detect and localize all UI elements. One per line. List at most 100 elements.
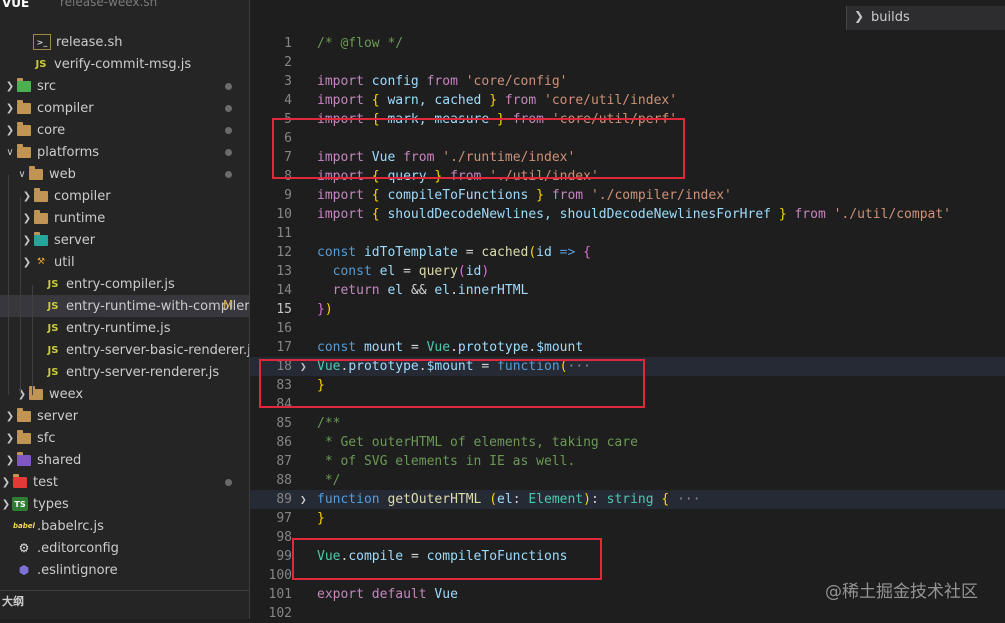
breadcrumb[interactable]: ❯ builds	[846, 6, 1005, 30]
code-line[interactable]: 97}	[250, 509, 1005, 528]
sidebar-item-eslintignore[interactable]: ⬢ .eslintignore	[0, 559, 249, 581]
sidebar-item-compiler[interactable]: ❯ compiler	[0, 185, 249, 207]
code-token: default	[371, 587, 427, 602]
code-line[interactable]: 85 /**	[250, 414, 1005, 433]
sidebar-item-core[interactable]: ❯ core	[0, 119, 249, 141]
code-line[interactable]: 98	[250, 528, 1005, 547]
code-line[interactable]: 89 ❯ function getOuterHTML (el: Element): …	[250, 490, 1005, 509]
code-line[interactable]: 17 const mount = Vue.prototype.$mount	[250, 338, 1005, 357]
code-token: =	[403, 264, 411, 279]
code-token: Vue	[371, 150, 396, 165]
code-line[interactable]: 84	[250, 395, 1005, 414]
code-line[interactable]: 9 import { compileToFunctions } from './c…	[250, 186, 1005, 205]
tree-item-label: server	[37, 408, 79, 424]
chevron-right-icon[interactable]: ❯	[0, 477, 12, 488]
code-text: const el = query(id)	[317, 262, 490, 281]
code-line[interactable]: 8 import { query } from './util/index'	[250, 167, 1005, 186]
chevron-right-icon[interactable]: ❯	[21, 257, 33, 268]
sidebar-item-entry-server-renderer-js[interactable]: JS entry-server-renderer.js	[0, 361, 249, 383]
code-token: 'core/util/index'	[544, 93, 678, 108]
fold-chevron-icon[interactable]: ❯	[300, 490, 307, 509]
code-line[interactable]: 87 * of SVG elements in IE as well.	[250, 452, 1005, 471]
outline-panel-header[interactable]: 大纲	[0, 590, 249, 619]
code-line[interactable]: 1 /* @flow */	[250, 34, 1005, 53]
code-line[interactable]: 99 Vue.compile = compileToFunctions	[250, 547, 1005, 566]
code-line[interactable]: 83}	[250, 376, 1005, 395]
sidebar-item-test[interactable]: ❯ test	[0, 471, 249, 493]
code-line[interactable]: 4 import { warn, cached } from 'core/util…	[250, 91, 1005, 110]
util-folder-icon: ⚒	[36, 257, 46, 267]
chevron-right-icon[interactable]: ❯	[4, 103, 16, 114]
code-line[interactable]: 11	[250, 224, 1005, 243]
code-line[interactable]: 3 import config from 'core/config'	[250, 72, 1005, 91]
sidebar-item-web[interactable]: ∨ web	[0, 163, 249, 185]
indent-guide	[32, 285, 33, 395]
sidebar-item-compiler[interactable]: ❯ compiler	[0, 97, 249, 119]
chevron-right-icon[interactable]: ❯	[21, 235, 33, 246]
code-line[interactable]: 13 const el = query(id)	[250, 262, 1005, 281]
code-token: =	[465, 245, 474, 260]
code-line[interactable]: 5 import { mark, measure } from 'core/uti…	[250, 110, 1005, 129]
chevron-right-icon[interactable]: ❯	[16, 389, 28, 400]
code-token: {	[661, 492, 670, 507]
code-line[interactable]: 14 return el && el.innerHTML	[250, 281, 1005, 300]
sidebar-item-entry-compiler-js[interactable]: JS entry-compiler.js	[0, 273, 249, 295]
code-token: from	[450, 169, 482, 184]
chevron-right-icon[interactable]: ❯	[21, 191, 33, 202]
chevron-right-icon[interactable]: ❯	[21, 213, 33, 224]
sidebar-item-verify-commit-msg-js[interactable]: JS verify-commit-msg.js	[0, 53, 249, 75]
code-line[interactable]: 6	[250, 129, 1005, 148]
sidebar-item-shared[interactable]: ❯ shared	[0, 449, 249, 471]
sidebar-item-entry-runtime-with-compiler-js[interactable]: JS entry-runtime-with-compiler.js M	[0, 295, 249, 317]
code-line[interactable]: 7 import Vue from './runtime/index'	[250, 148, 1005, 167]
tree-item-label: types	[33, 496, 69, 512]
eslint-icon: ⬢	[18, 563, 30, 577]
chevron-down-icon[interactable]: ∨	[16, 169, 28, 180]
sidebar-item-util[interactable]: ❯ ⚒ util	[0, 251, 249, 273]
code-line[interactable]: 2	[250, 53, 1005, 72]
sidebar-item-server[interactable]: ❯ server	[0, 405, 249, 427]
code-token: const	[317, 245, 357, 260]
chevron-right-icon[interactable]: ❯	[4, 125, 16, 136]
sidebar-item-sfc[interactable]: ❯ sfc	[0, 427, 249, 449]
sidebar-item-server[interactable]: ❯ server	[0, 229, 249, 251]
sidebar-item-entry-runtime-js[interactable]: JS entry-runtime.js	[0, 317, 249, 339]
sidebar-item-src[interactable]: ❯ src	[0, 75, 249, 97]
code-line[interactable]: 10 import { shouldDecodeNewlines, shouldD…	[250, 205, 1005, 224]
code-token: Element	[528, 492, 584, 507]
sidebar-item-types[interactable]: ❯ TS types	[0, 493, 249, 515]
editorconfig-icon: ⚙	[18, 541, 30, 555]
code-line[interactable]: 12 const idToTemplate = cached(id => {	[250, 243, 1005, 262]
chevron-right-icon[interactable]: ❯	[4, 81, 16, 92]
fold-chevron-icon[interactable]: ❯	[300, 357, 307, 376]
sidebar-item-weex[interactable]: ❯ weex	[0, 383, 249, 405]
code-token: {	[371, 188, 380, 203]
code-line[interactable]: 102	[250, 604, 1005, 623]
chevron-right-icon[interactable]: ❯	[4, 455, 16, 466]
modified-dot	[225, 149, 232, 156]
line-number: 98	[276, 530, 292, 545]
sidebar-item-release-sh[interactable]: >_ release.sh	[0, 31, 249, 53]
code-editor[interactable]: 1 /* @flow */ 2 3 import config from 'core/c…	[250, 0, 1005, 621]
code-line[interactable]: 88 */	[250, 471, 1005, 490]
chevron-down-icon[interactable]: ∨	[4, 147, 16, 158]
sidebar-item-runtime[interactable]: ❯ runtime	[0, 207, 249, 229]
sidebar-item-babelrc-js[interactable]: babel .babelrc.js	[0, 515, 249, 537]
folder-icon	[16, 99, 32, 115]
partially-hidden-item[interactable]: release-weex.sh	[60, 0, 157, 9]
code-text: import { shouldDecodeNewlines, shouldDec…	[317, 205, 951, 224]
sidebar-item-editorconfig[interactable]: ⚙ .editorconfig	[0, 537, 249, 559]
code-line[interactable]: 16	[250, 319, 1005, 338]
code-line[interactable]: 15})	[250, 300, 1005, 319]
chevron-right-icon[interactable]: ❯	[4, 411, 16, 422]
code-token: import	[317, 207, 364, 222]
breadcrumb-builds[interactable]: builds	[871, 10, 910, 25]
sidebar-item-entry-server-basic-renderer-js[interactable]: JS entry-server-basic-renderer.js	[0, 339, 249, 361]
code-line[interactable]: 86 * Get outerHTML of elements, taking c…	[250, 433, 1005, 452]
chevron-right-icon[interactable]: ❯	[4, 433, 16, 444]
sidebar-item-platforms[interactable]: ∨ platforms	[0, 141, 249, 163]
chevron-right-icon[interactable]: ❯	[0, 499, 12, 510]
code-token: mount	[363, 340, 404, 355]
code-line[interactable]: 18 ❯ Vue.prototype.$mount = function(···	[250, 357, 1005, 376]
code-token: './compiler/index'	[590, 188, 732, 203]
